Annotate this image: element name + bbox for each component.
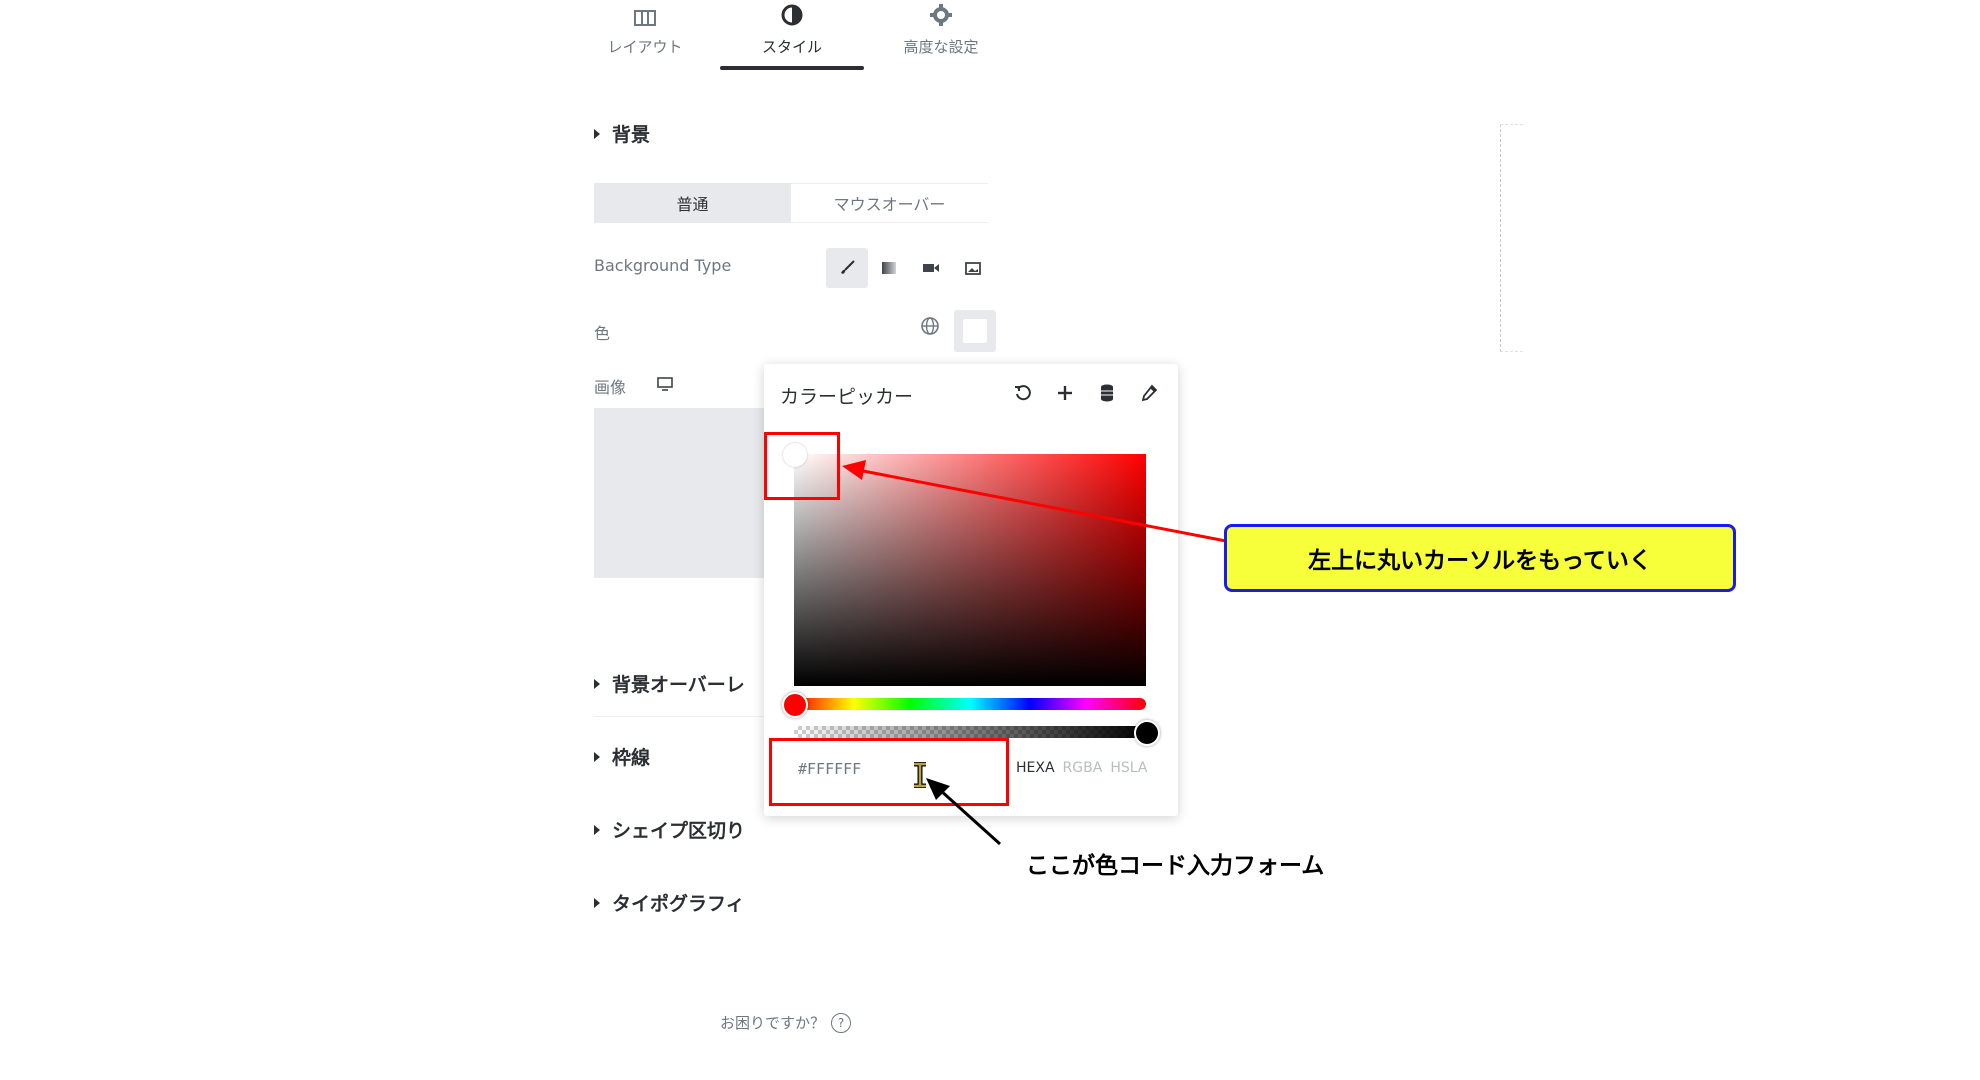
red-arrow-head: [842, 460, 866, 480]
annotation-input-note: ここが色コード入力フォーム: [1026, 853, 1325, 879]
red-arrow-line: [857, 468, 1227, 543]
annotation-callout: 左上に丸いカーソルをもっていく: [1224, 524, 1736, 592]
black-arrow-line: [938, 788, 1002, 846]
